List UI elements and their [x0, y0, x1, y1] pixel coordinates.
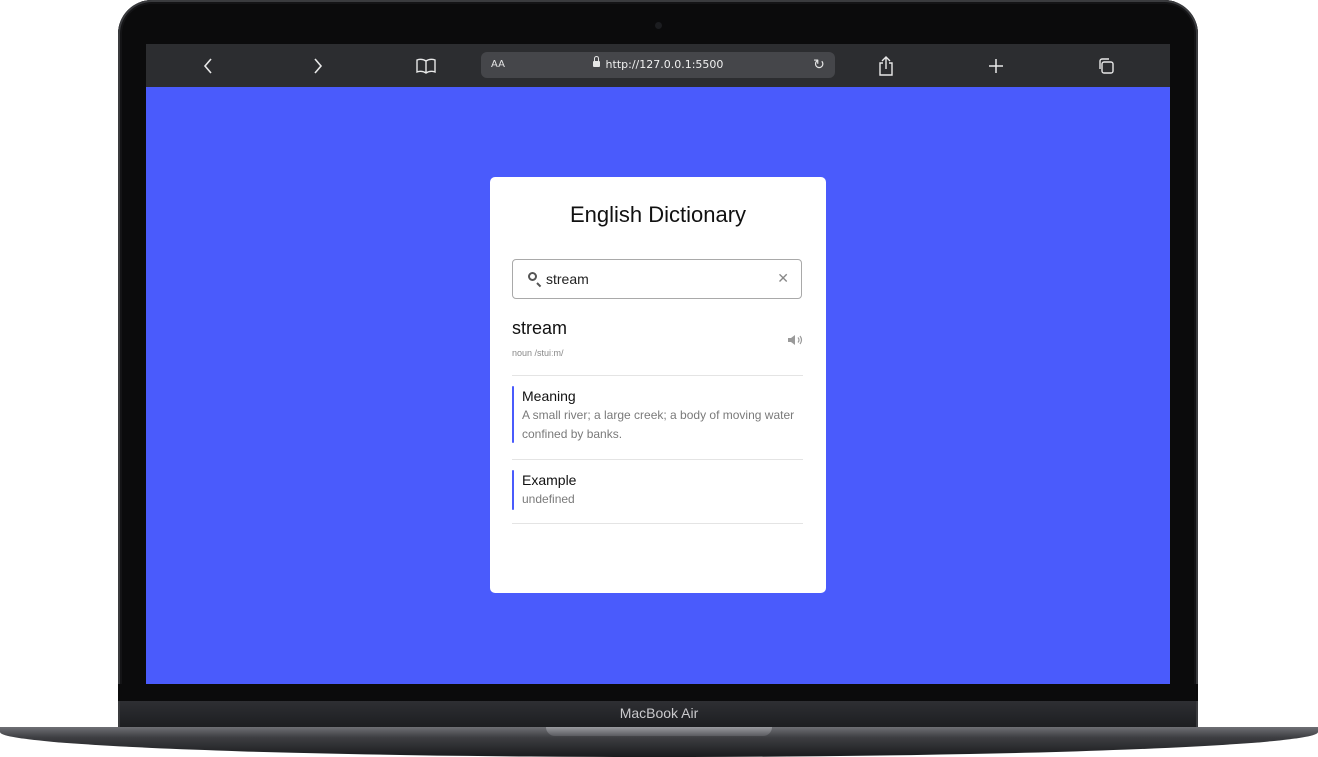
accent-bar: [512, 386, 514, 443]
bookmarks-icon[interactable]: [406, 44, 446, 87]
search-input[interactable]: [546, 260, 766, 298]
divider: [512, 459, 803, 460]
meaning-text: A small river; a large creek; a body of …: [522, 408, 795, 441]
search-icon: [528, 272, 537, 281]
search-box[interactable]: ✕: [512, 259, 802, 299]
tabs-icon[interactable]: [1086, 44, 1126, 87]
url-display[interactable]: http://127.0.0.1:5500: [481, 52, 835, 78]
new-tab-icon[interactable]: [976, 44, 1016, 87]
accent-bar: [512, 470, 514, 510]
result-phonetic: noun /stuiːm/: [512, 348, 564, 358]
meaning-section: Meaning A small river; a large creek; a …: [512, 386, 803, 443]
laptop-notch: [546, 727, 772, 736]
forward-icon[interactable]: [298, 44, 338, 87]
meaning-title: Meaning: [522, 388, 576, 404]
result-word: stream: [512, 318, 568, 338]
url-text: http://127.0.0.1:5500: [605, 58, 724, 71]
close-icon[interactable]: ✕: [777, 260, 789, 298]
bottom-bezel: [118, 684, 1198, 701]
example-section: Example undefined: [512, 470, 803, 510]
reload-icon[interactable]: ↻: [809, 52, 829, 78]
browser-toolbar: AA http://127.0.0.1:5500 ↻: [146, 44, 1170, 87]
model-label: MacBook Air: [619, 705, 699, 721]
share-icon[interactable]: [866, 44, 906, 87]
dictionary-card: English Dictionary ✕ stream noun /stuiːm…: [490, 177, 826, 593]
divider: [512, 375, 803, 376]
camera-icon: [655, 22, 662, 29]
example-text: undefined: [522, 492, 575, 506]
example-title: Example: [522, 472, 577, 488]
address-bar[interactable]: AA http://127.0.0.1:5500 ↻: [481, 52, 835, 78]
back-icon[interactable]: [188, 44, 228, 87]
speaker-icon[interactable]: [787, 333, 805, 347]
lock-icon: [592, 56, 600, 67]
screen: AA http://127.0.0.1:5500 ↻ English Dicti…: [146, 44, 1170, 684]
divider: [512, 523, 803, 524]
page-title: English Dictionary: [569, 202, 747, 227]
